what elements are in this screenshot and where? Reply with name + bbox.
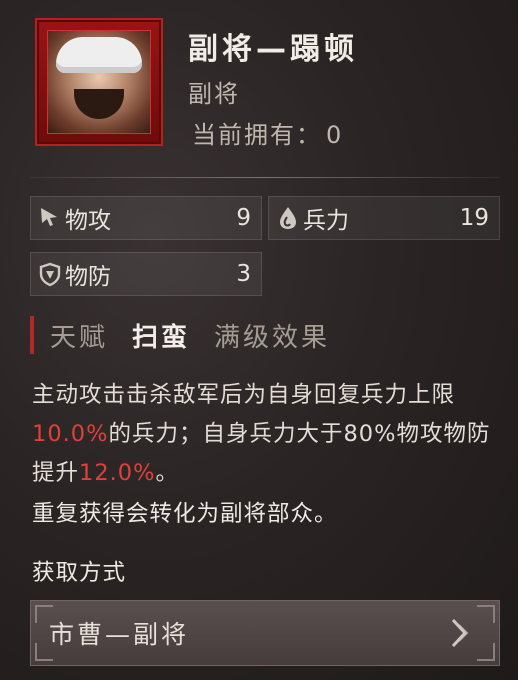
corner-ornament — [477, 643, 495, 661]
fur-hat — [56, 37, 142, 73]
divider — [30, 177, 500, 178]
general-portrait-card — [35, 18, 163, 146]
duplicate-note: 重复获得会转化为副将部众。 — [32, 501, 338, 527]
acquire-heading: 获取方式 — [32, 560, 127, 586]
desc-text-1: 主动攻击击杀敌军后为自身回复兵力上限 — [32, 382, 456, 408]
stat-attack-label: 物攻 — [65, 208, 111, 234]
desc-value-1: 10.0% — [32, 421, 109, 447]
portrait-image — [47, 30, 151, 134]
talent-description: 主动攻击击杀敌军后为自身回复兵力上限10.0%的兵力；自身兵力大于80%物攻物防… — [32, 376, 500, 493]
talent-accent-bar — [30, 316, 34, 354]
stat-troops-label: 兵力 — [303, 208, 349, 234]
acquire-source-label: 市曹—副将 — [49, 620, 190, 649]
general-detail-panel: 副将—蹋顿 副将 当前拥有： 0 物攻 9 兵力 19 物防 3 天赋 扫蛮 满… — [0, 0, 518, 680]
talent-label: 天赋 — [50, 322, 109, 353]
stat-defense-value: 3 — [236, 261, 251, 287]
general-type: 副将 — [188, 80, 240, 108]
shield-icon — [39, 262, 61, 287]
owned-value: 0 — [326, 121, 344, 149]
talent-suffix: 满级效果 — [214, 322, 331, 353]
owned-count: 当前拥有： 0 — [188, 115, 343, 150]
stat-defense-label: 物防 — [65, 264, 111, 290]
corner-ornament — [35, 643, 53, 661]
stat-attack: 物攻 9 — [30, 196, 262, 240]
general-title: 副将—蹋顿 — [188, 32, 358, 67]
chevron-right-icon — [451, 618, 469, 648]
sword-cursor-icon — [41, 208, 57, 226]
stat-troops-value: 19 — [459, 205, 489, 231]
desc-text-3: 。 — [155, 460, 180, 486]
acquire-source-button[interactable]: 市曹—副将 — [30, 600, 500, 666]
beard — [74, 89, 124, 119]
talent-header: 天赋 扫蛮 满级效果 — [30, 312, 330, 358]
corner-ornament — [477, 605, 495, 623]
talent-name: 扫蛮 — [132, 322, 191, 353]
stat-defense: 物防 3 — [30, 252, 262, 296]
owned-label: 当前拥有： — [192, 121, 322, 149]
stat-attack-value: 9 — [236, 205, 251, 231]
stat-troops: 兵力 19 — [268, 196, 500, 240]
flame-drop-icon — [280, 207, 296, 229]
corner-ornament — [35, 605, 53, 623]
desc-value-2: 12.0% — [79, 460, 156, 486]
